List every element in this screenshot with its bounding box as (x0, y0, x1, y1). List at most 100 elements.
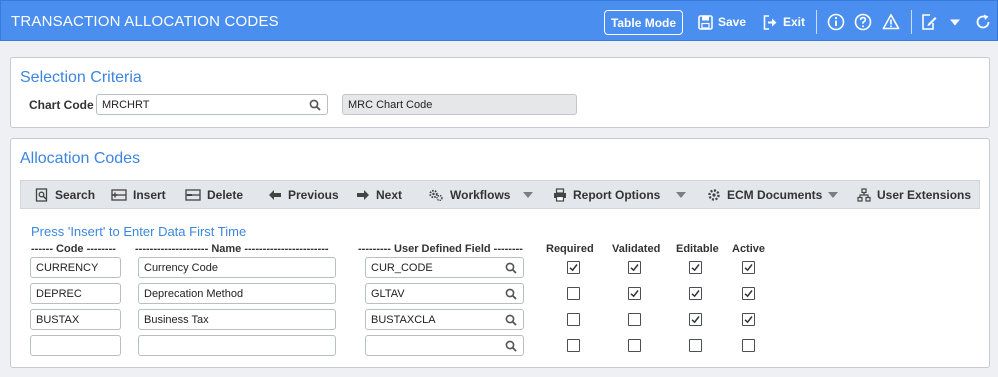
arrow-left-icon (269, 190, 281, 200)
editable-checkbox[interactable] (689, 313, 702, 326)
code-value: BUSTAX (36, 313, 80, 326)
required-checkbox[interactable] (567, 261, 580, 274)
info-icon[interactable] (827, 13, 845, 31)
required-checkbox[interactable] (567, 287, 580, 300)
column-header-udf: --------- User Defined Field -------- (358, 243, 523, 255)
active-checkbox[interactable] (742, 261, 755, 274)
insert-label: Insert (133, 188, 166, 202)
checkmark-icon (691, 316, 700, 324)
checkmark-icon (630, 264, 639, 272)
user-defined-field-input[interactable]: BUSTAXCLA (365, 309, 524, 330)
required-checkbox[interactable] (567, 313, 580, 326)
search-icon[interactable] (505, 288, 517, 300)
checkmark-icon (691, 290, 700, 298)
checkmark-icon (630, 290, 639, 298)
allocation-codes-panel: Allocation Codes Search Insert Delete Pr… (10, 138, 990, 368)
validated-checkbox[interactable] (628, 313, 641, 326)
search-button[interactable]: Search (35, 187, 95, 203)
user-defined-field-input[interactable] (365, 335, 524, 356)
gears-icon (429, 189, 443, 202)
report-options-button[interactable]: Report Options (553, 187, 660, 203)
ecm-documents-label: ECM Documents (727, 188, 823, 202)
delete-icon (185, 189, 201, 201)
name-input[interactable]: Deprecation Method (138, 283, 336, 304)
next-button[interactable]: Next (356, 187, 402, 203)
insert-button[interactable]: Insert (111, 187, 166, 203)
ecm-documents-caret-icon[interactable] (828, 192, 838, 198)
search-icon[interactable] (309, 99, 321, 111)
validated-checkbox[interactable] (628, 261, 641, 274)
chevron-down-icon[interactable] (946, 13, 964, 31)
name-input[interactable]: Business Tax (138, 309, 336, 330)
user-extensions-button[interactable]: User Extensions (857, 187, 971, 203)
search-label: Search (55, 188, 96, 202)
previous-button[interactable]: Previous (268, 187, 339, 203)
editable-checkbox[interactable] (689, 287, 702, 300)
ecm-documents-button[interactable]: ECM Documents (707, 187, 822, 203)
code-input[interactable]: BUSTAX (30, 309, 121, 330)
exit-label: Exit (783, 15, 806, 29)
report-options-label: Report Options (573, 188, 661, 202)
allocation-codes-title: Allocation Codes (20, 150, 141, 167)
search-doc-icon (35, 188, 48, 202)
chart-code-input[interactable]: MRCHRT (96, 94, 328, 115)
save-icon (698, 14, 713, 30)
page-title: TRANSACTION ALLOCATION CODES (11, 13, 279, 30)
toolbar-divider (816, 10, 817, 34)
name-input[interactable]: Currency Code (138, 257, 336, 278)
code-input[interactable]: CURRENCY (30, 257, 121, 278)
udf-value: CUR_CODE (371, 261, 433, 274)
editable-checkbox[interactable] (689, 261, 702, 274)
user-defined-field-input[interactable]: GLTAV (365, 283, 524, 304)
hierarchy-icon (857, 188, 871, 202)
report-options-caret-icon[interactable] (676, 192, 686, 198)
name-input[interactable] (138, 335, 336, 356)
checkmark-icon (569, 264, 578, 272)
search-icon[interactable] (505, 314, 517, 326)
workflows-button[interactable]: Workflows (428, 187, 510, 203)
search-icon[interactable] (505, 262, 517, 274)
column-header-editable: Editable (676, 243, 719, 255)
column-header-active: Active (732, 243, 766, 255)
user-defined-field-input[interactable]: CUR_CODE (365, 257, 524, 278)
udf-value: BUSTAXCLA (371, 313, 436, 326)
column-header-required: Required (546, 243, 594, 255)
exit-button[interactable]: Exit (763, 14, 805, 30)
required-checkbox[interactable] (567, 339, 580, 352)
active-checkbox[interactable] (742, 313, 755, 326)
warning-icon[interactable] (882, 13, 900, 31)
selection-criteria-title: Selection Criteria (20, 69, 142, 86)
checkmark-icon (744, 316, 753, 324)
code-input[interactable]: DEPREC (30, 283, 121, 304)
printer-icon (554, 188, 566, 202)
chart-code-value: MRCHRT (102, 98, 150, 111)
save-button[interactable]: Save (698, 14, 746, 30)
help-icon[interactable] (854, 13, 872, 31)
validated-checkbox[interactable] (628, 339, 641, 352)
insert-icon (111, 189, 127, 201)
search-icon[interactable] (505, 340, 517, 352)
chart-code-description-text: MRC Chart Code (348, 98, 433, 111)
code-input[interactable] (30, 335, 121, 356)
workflows-label: Workflows (450, 188, 511, 202)
title-bar: TRANSACTION ALLOCATION CODES Table Mode … (0, 0, 998, 41)
delete-button[interactable]: Delete (185, 187, 243, 203)
gear-icon (708, 189, 720, 201)
allocation-toolbar: Search Insert Delete Previous Next Workf… (20, 180, 980, 209)
name-value: Business Tax (144, 313, 209, 326)
workflows-caret-icon[interactable] (523, 192, 533, 198)
exit-icon (763, 14, 777, 30)
selection-criteria-panel: Selection Criteria Chart Code MRCHRT MRC… (10, 57, 990, 128)
editable-checkbox[interactable] (689, 339, 702, 352)
validated-checkbox[interactable] (628, 287, 641, 300)
code-value: DEPREC (36, 287, 82, 300)
toolbar-divider (911, 10, 912, 34)
checkmark-icon (744, 264, 753, 272)
refresh-icon[interactable] (974, 13, 992, 31)
edit-notes-icon[interactable] (920, 13, 938, 31)
column-header-name: -------------------- Name --------------… (135, 243, 329, 255)
name-value: Currency Code (144, 261, 218, 274)
active-checkbox[interactable] (742, 339, 755, 352)
active-checkbox[interactable] (742, 287, 755, 300)
table-mode-button[interactable]: Table Mode (604, 10, 683, 35)
